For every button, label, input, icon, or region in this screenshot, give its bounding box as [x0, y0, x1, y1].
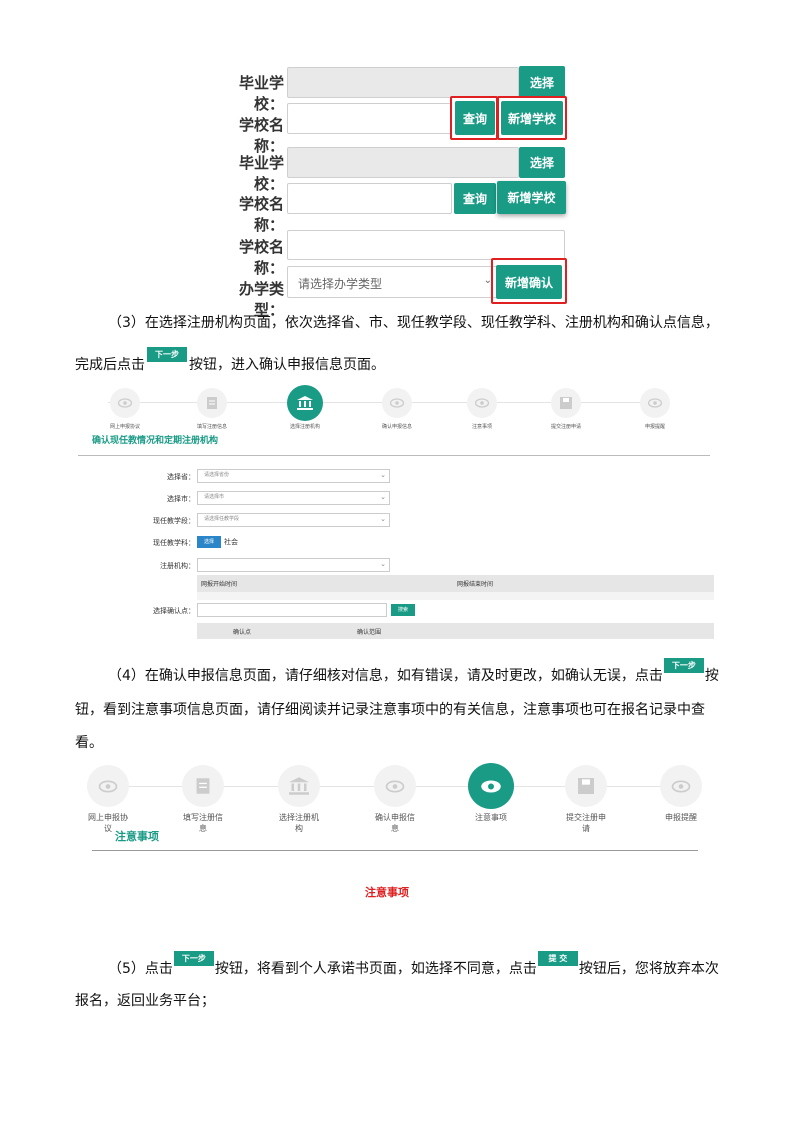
add-school-highlight-box — [497, 96, 567, 140]
step-icon-agreement — [87, 765, 129, 807]
chevron-down-icon: ⌄ — [380, 515, 386, 523]
org-table-row — [197, 592, 714, 600]
step-icon-submit — [551, 388, 581, 418]
point-table-header: 确认点 确认范围 — [197, 623, 714, 639]
step-label: 选择注册机构 — [289, 424, 320, 430]
next-step-inline-button: 下一步 — [173, 951, 214, 966]
stage-select[interactable]: 请选择任教学段 ⌄ — [197, 513, 390, 527]
confirm-point-input[interactable] — [197, 603, 387, 617]
step-icon-confirm — [382, 388, 412, 418]
step-label: 注意事项 — [475, 813, 507, 822]
col-confirm-point: 确认点 — [233, 629, 252, 636]
org-label: 注册机构： — [160, 562, 195, 570]
query-button-2[interactable]: 查询 — [454, 183, 496, 214]
step-label: 填写注册信息 — [183, 813, 223, 833]
school-name-label-3: 学校名称： — [238, 238, 284, 277]
para5-text-b: 按钮，将看到个人承诺书页面，如选择不同意，点击 — [214, 961, 537, 977]
section-title: 确认现任教情况和定期注册机构 — [92, 436, 219, 446]
stage-label: 现任教学段： — [153, 517, 195, 525]
add-confirm-highlight-box — [491, 258, 567, 304]
para3-line1: （3）在选择注册机构页面，依次选择省、市、现任教学段、现任教学科、注册机构和确认… — [108, 315, 719, 331]
step-icon-submit — [565, 765, 607, 807]
para4-text-b: 按 — [704, 668, 719, 684]
stage-placeholder: 请选择任教学段 — [204, 516, 240, 522]
province-label: 选择省： — [167, 473, 195, 481]
city-label: 选择市： — [167, 495, 195, 503]
step-icon-institution-active — [287, 385, 323, 421]
select-school-button-2[interactable]: 选择 — [519, 147, 565, 178]
org-select[interactable]: ⌄ — [197, 558, 390, 572]
confirm-point-label: 选择确认点： — [153, 607, 195, 615]
step-icon-reminder — [660, 765, 702, 807]
school-name-input[interactable] — [287, 103, 452, 134]
submit-inline-button: 提 交 — [537, 951, 578, 966]
next-step-inline-button: 下一步 — [147, 347, 187, 362]
step-label: 申报提醒 — [644, 424, 665, 430]
subject-value: 社会 — [224, 538, 238, 546]
step-icon-reminder — [640, 388, 670, 418]
select-school-button[interactable]: 选择 — [519, 66, 565, 98]
grad-school-label: 毕业学校： — [238, 74, 284, 113]
grad-school-label-2: 毕业学校： — [238, 154, 284, 193]
step-label: 选择注册机构 — [279, 813, 319, 833]
para3-line2: 完成后点击下一步按钮，进入确认申报信息页面。 — [75, 347, 385, 375]
search-button[interactable]: 搜索 — [391, 604, 415, 616]
step-label: 注意事项 — [471, 424, 492, 430]
col-end-time: 网报结束时间 — [457, 581, 494, 588]
para4-line3: 看。 — [75, 735, 103, 751]
step-label: 申报提醒 — [665, 813, 697, 822]
school-name-input-3[interactable] — [287, 230, 565, 260]
school-type-select[interactable]: 请选择办学类型 ⌄ — [287, 266, 499, 298]
chevron-down-icon: ⌄ — [380, 493, 386, 501]
city-placeholder: 请选择市 — [204, 494, 225, 500]
notice-title-red: 注意事项 — [365, 886, 409, 899]
para4-text-a: （4）在确认申报信息页面，请仔细核对信息，如有错误，请及时更改，如确认无误，点击 — [108, 668, 663, 684]
notice-divider — [92, 850, 698, 851]
step-label: 确认申报信息 — [381, 424, 412, 430]
para3-text-a: 完成后点击 — [75, 357, 145, 373]
chevron-down-icon: ⌄ — [380, 471, 386, 479]
step-label: 提交注册申请 — [566, 813, 606, 833]
org-table-header: 网报开始时间 网报结束时间 — [197, 575, 714, 592]
step-label: 确认申报信息 — [375, 813, 415, 833]
school-name-label-2: 学校名称： — [238, 195, 284, 234]
next-step-inline-button: 下一步 — [663, 658, 704, 673]
para4-line1: （4）在确认申报信息页面，请仔细核对信息，如有错误，请及时更改，如确认无误，点击… — [108, 658, 719, 686]
para4-line2: 钮，看到注意事项信息页面，请仔细阅读并记录注意事项中的有关信息，注意事项也可在报… — [75, 702, 705, 718]
chevron-down-icon: ⌄ — [380, 560, 386, 568]
notice-heading: 注意事项 — [115, 830, 159, 843]
subject-select-button[interactable]: 选择 — [197, 536, 221, 548]
query-highlight-box — [450, 96, 498, 140]
step-icon-agreement — [110, 388, 140, 418]
step-icon-fill-info — [182, 765, 224, 807]
col-start-time: 网报开始时间 — [201, 581, 238, 588]
subject-label: 现任教学科： — [153, 539, 195, 547]
step-label: 网上申报协议 — [109, 424, 140, 430]
grad-school-field[interactable] — [287, 67, 519, 98]
step-icon-institution — [278, 765, 320, 807]
step-label: 提交注册申请 — [550, 424, 581, 430]
school-type-placeholder: 请选择办学类型 — [298, 277, 383, 291]
para5-text-a: （5）点击 — [108, 961, 173, 977]
grad-school-field-2[interactable] — [287, 147, 519, 178]
city-select[interactable]: 请选择市 ⌄ — [197, 491, 390, 505]
section-divider — [78, 455, 710, 456]
province-placeholder: 请选择省份 — [204, 472, 230, 478]
school-name-input-2[interactable] — [287, 183, 452, 214]
step-icon-notice-active — [468, 763, 514, 809]
para5-line2: 报名，返回业务平台； — [75, 993, 215, 1009]
para5-text-c: 按钮后，您将放弃本次 — [578, 961, 719, 977]
step-icon-notice — [467, 388, 497, 418]
step-icon-fill-info — [197, 388, 227, 418]
step-icon-confirm — [374, 765, 416, 807]
province-select[interactable]: 请选择省份 ⌄ — [197, 469, 390, 483]
step-label: 填写注册信息 — [196, 424, 227, 430]
para5-line1: （5）点击下一步按钮，将看到个人承诺书页面，如选择不同意，点击提 交按钮后，您将… — [108, 951, 719, 979]
col-confirm-range: 确认范围 — [357, 629, 382, 636]
para3-text-b: 按钮，进入确认申报信息页面。 — [189, 357, 385, 373]
school-name-label: 学校名称： — [238, 116, 284, 155]
add-school-button-2[interactable]: 新增学校 — [497, 181, 566, 214]
